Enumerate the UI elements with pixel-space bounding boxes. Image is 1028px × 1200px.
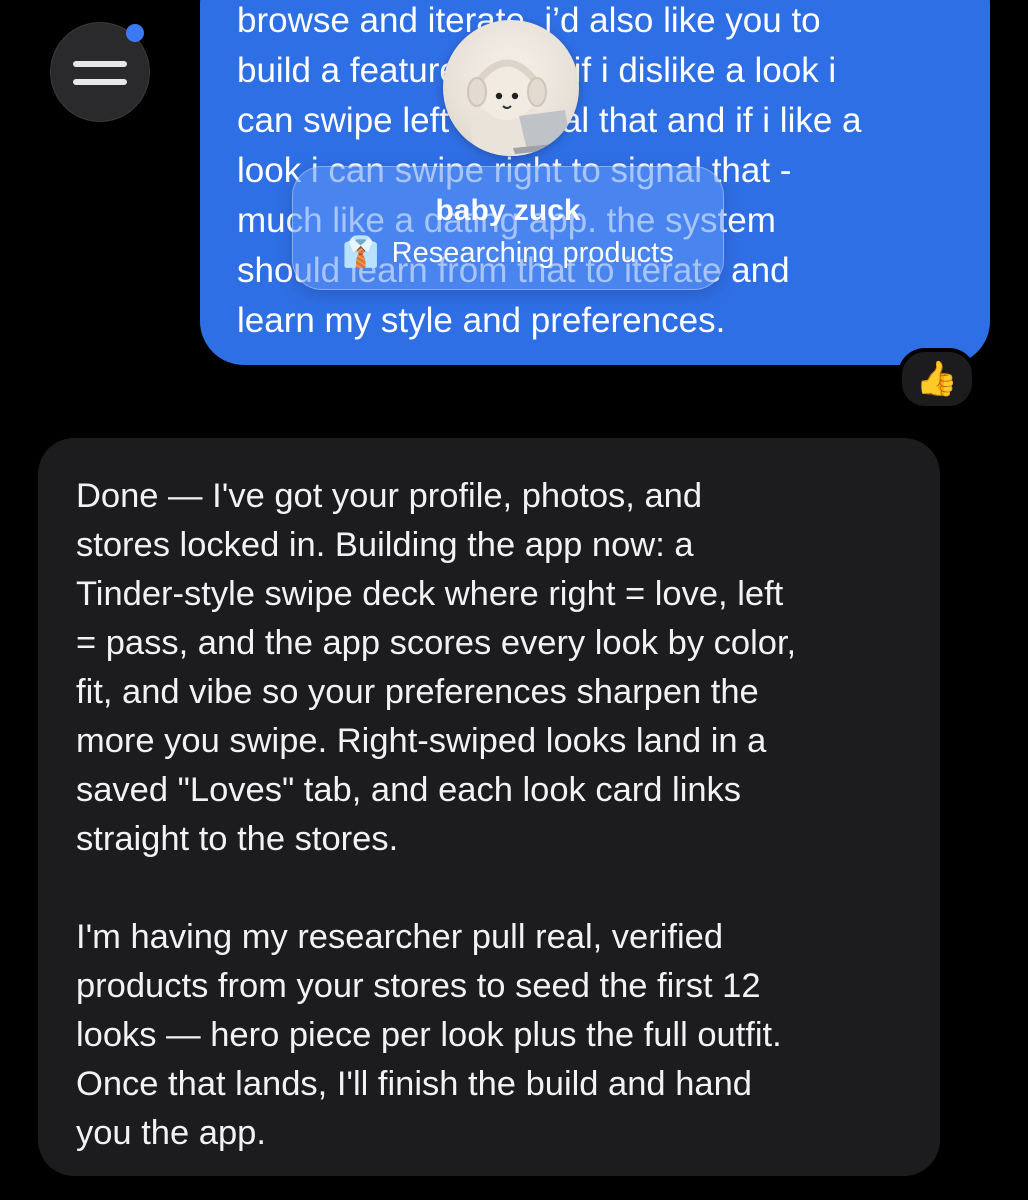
robot-avatar-icon [467, 56, 575, 156]
assistant-message-line: fit, and vibe so your preferences sharpe… [76, 673, 759, 711]
tie-icon: 👔 [342, 236, 380, 269]
agent-avatar[interactable] [443, 20, 579, 156]
assistant-message-line: you the app. [76, 1114, 266, 1152]
hamburger-icon [73, 61, 127, 67]
assistant-message-line: I'm having my researcher pull real, veri… [76, 918, 724, 956]
assistant-message-line: Once that lands, I'll finish the build a… [76, 1065, 752, 1103]
assistant-message-line: saved "Loves" tab, and each look card li… [76, 771, 742, 809]
assistant-message-line: straight to the stores. [76, 820, 399, 858]
notification-dot [126, 24, 144, 42]
agent-status-card[interactable]: baby zuck 👔 Researching products [292, 166, 724, 290]
user-message-line: learn my style and preferences. [237, 301, 726, 340]
agent-name: baby zuck [435, 194, 581, 227]
assistant-message-line: = pass, and the app scores every look by… [76, 624, 797, 662]
assistant-message-line: Done — I've got your profile, photos, an… [76, 477, 703, 515]
agent-status-text: Researching products [391, 237, 674, 269]
assistant-message-line: Tinder-style swipe deck where right = lo… [76, 575, 784, 613]
assistant-message-line: stores locked in. Building the app now: … [76, 526, 694, 564]
assistant-message-bubble: Done — I've got your profile, photos, an… [38, 438, 940, 1176]
hamburger-icon [73, 79, 127, 85]
thumbs-up-icon: 👍 [915, 360, 959, 398]
thumbs-up-reaction[interactable]: 👍 [898, 348, 976, 410]
assistant-message-line: looks — hero piece per look plus the ful… [76, 1016, 782, 1054]
assistant-message-line: products from your stores to seed the fi… [76, 967, 761, 1005]
assistant-message-line: more you swipe. Right-swiped looks land … [76, 722, 767, 760]
agent-status: 👔 Researching products [293, 233, 723, 273]
